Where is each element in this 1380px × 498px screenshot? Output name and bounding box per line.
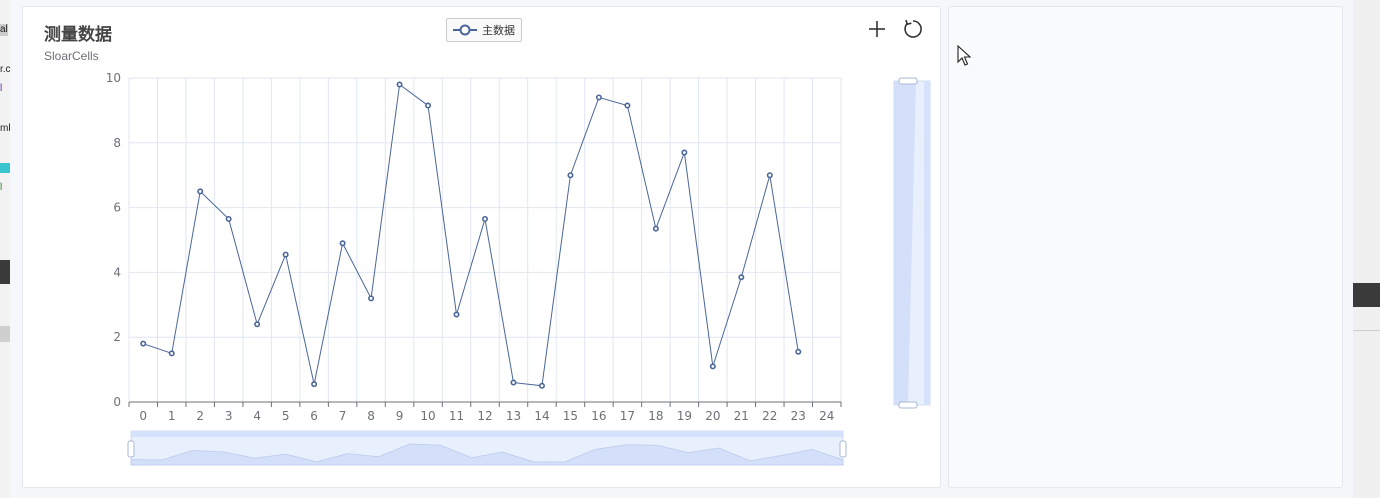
background-text-fragment: l bbox=[0, 182, 3, 193]
x-tick-label: 16 bbox=[591, 409, 606, 423]
x-tick-label: 18 bbox=[648, 409, 663, 423]
x-tick-label: 22 bbox=[762, 409, 777, 423]
x-tick-label: 3 bbox=[225, 409, 233, 423]
data-point bbox=[624, 102, 631, 109]
background-text-fragment: r.c bbox=[0, 64, 10, 75]
y-tick-label: 10 bbox=[106, 71, 121, 85]
x-tick-label: 0 bbox=[139, 409, 147, 423]
data-point bbox=[425, 102, 432, 109]
y-tick-label: 4 bbox=[113, 265, 121, 279]
data-point bbox=[510, 379, 517, 386]
x-tick-label: 10 bbox=[420, 409, 435, 423]
data-point bbox=[595, 94, 602, 101]
y-data-zoom-slider[interactable] bbox=[893, 77, 931, 409]
x-tick-label: 12 bbox=[477, 409, 492, 423]
data-point bbox=[197, 188, 204, 195]
mouse-cursor-icon bbox=[957, 44, 972, 71]
data-point bbox=[681, 149, 688, 156]
x-zoom-selected-bar bbox=[131, 431, 843, 437]
x-tick-label: 14 bbox=[534, 409, 549, 423]
background-text-fragment: al bbox=[0, 24, 8, 36]
y-tick-label: 0 bbox=[113, 395, 121, 409]
background-window-strip: al r.c l ml l bbox=[0, 0, 10, 498]
data-point bbox=[339, 240, 346, 247]
y-tick-label: 8 bbox=[113, 136, 121, 150]
y-zoom-selected-bar bbox=[924, 81, 930, 405]
background-color-mark bbox=[0, 163, 10, 173]
background-divider bbox=[1353, 330, 1380, 331]
x-tick-label: 6 bbox=[310, 409, 318, 423]
y-zoom-handle[interactable] bbox=[898, 77, 918, 85]
data-point bbox=[766, 172, 773, 179]
data-point bbox=[453, 311, 460, 318]
x-tick-label: 24 bbox=[819, 409, 834, 423]
x-tick-label: 20 bbox=[705, 409, 720, 423]
data-point bbox=[709, 363, 716, 370]
x-tick-label: 21 bbox=[734, 409, 749, 423]
data-point bbox=[254, 321, 261, 328]
x-tick-label: 11 bbox=[449, 409, 464, 423]
data-point bbox=[652, 225, 659, 232]
data-point bbox=[481, 215, 488, 222]
data-point bbox=[368, 295, 375, 302]
line-chart: 02468100 1 2 3 4 5 6 7 8 9 10 11 12 13 14 15 16 17 18 19 20 2… bbox=[106, 71, 931, 466]
data-point bbox=[225, 215, 232, 222]
x-zoom-handle[interactable] bbox=[839, 440, 847, 458]
x-tick-label: 7 bbox=[339, 409, 347, 423]
background-text-fragment: l bbox=[0, 83, 3, 94]
grid-lines bbox=[128, 77, 842, 402]
x-data-zoom-slider[interactable] bbox=[127, 430, 847, 466]
x-tick-label: 5 bbox=[282, 409, 290, 423]
x-zoom-handle[interactable] bbox=[127, 440, 135, 458]
background-window-strip-right bbox=[1353, 0, 1380, 498]
y-tick-label: 2 bbox=[113, 330, 121, 344]
y-zoom-handle[interactable] bbox=[898, 401, 918, 409]
x-tick-label: 4 bbox=[253, 409, 261, 423]
data-point bbox=[538, 382, 545, 389]
background-dark-bar bbox=[0, 260, 10, 284]
background-dark-bar bbox=[1353, 283, 1380, 307]
y-tick-label: 6 bbox=[113, 201, 121, 215]
background-text-fragment: ml bbox=[0, 123, 10, 134]
chart-card: 测量数据 SloarCells 主数据 0 2 4 6 8 10 0 1 2 3 4 5 6 7 8 9 10 1… bbox=[22, 6, 941, 488]
data-point bbox=[140, 340, 147, 347]
data-point bbox=[168, 350, 175, 357]
x-tick-label: 19 bbox=[677, 409, 692, 423]
data-point bbox=[567, 172, 574, 179]
x-tick-label: 13 bbox=[506, 409, 521, 423]
x-tick-label: 17 bbox=[620, 409, 635, 423]
data-point bbox=[311, 381, 318, 388]
background-grey-bar bbox=[0, 326, 10, 342]
axes: 02468100 1 2 3 4 5 6 7 8 9 10 11 12 13 14 15 16 17 18 19 20 2… bbox=[106, 71, 842, 423]
x-tick-label: 2 bbox=[196, 409, 204, 423]
side-panel bbox=[948, 6, 1343, 488]
data-point bbox=[396, 81, 403, 88]
data-point bbox=[795, 348, 802, 355]
x-tick-label: 15 bbox=[563, 409, 578, 423]
data-point bbox=[738, 274, 745, 281]
x-tick-label: 1 bbox=[168, 409, 176, 423]
x-tick-label: 9 bbox=[396, 409, 404, 423]
data-point bbox=[282, 251, 289, 258]
x-tick-label: 8 bbox=[367, 409, 375, 423]
x-tick-label: 23 bbox=[791, 409, 806, 423]
